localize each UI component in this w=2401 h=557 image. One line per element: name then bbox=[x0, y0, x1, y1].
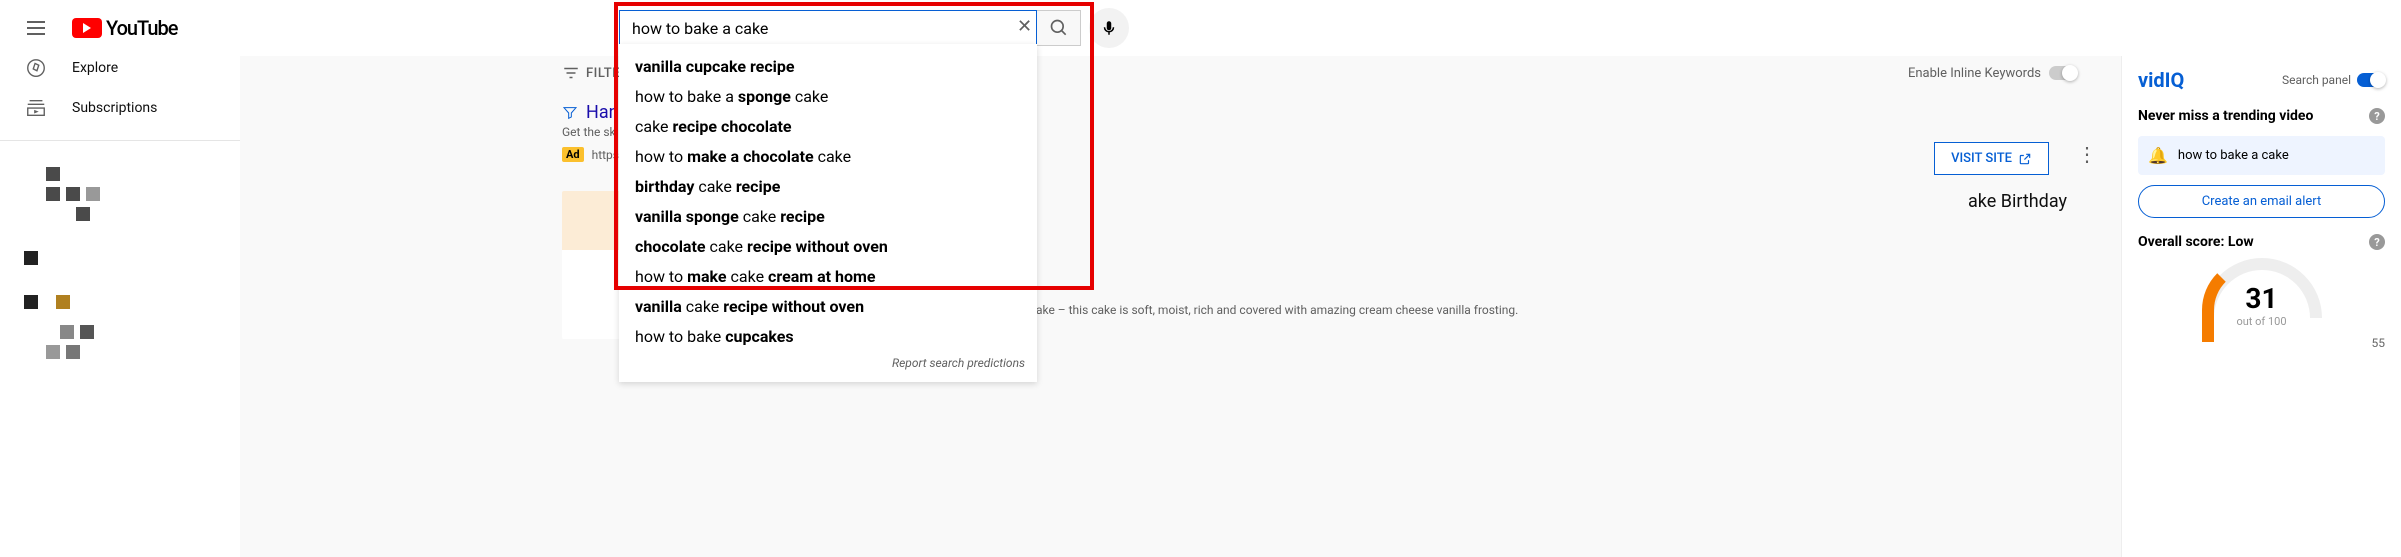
search-suggestion[interactable]: vanilla cake recipe without oven bbox=[619, 292, 1037, 322]
ad-badge: Ad bbox=[562, 147, 584, 162]
mic-icon bbox=[1100, 19, 1118, 37]
create-alert-button[interactable]: Create an email alert bbox=[2138, 185, 2385, 218]
youtube-logo-text: YouTube bbox=[106, 16, 178, 40]
help-icon[interactable]: ? bbox=[2369, 108, 2385, 124]
inline-keywords-toggle[interactable] bbox=[2049, 66, 2077, 80]
sidebar-item-label: Explore bbox=[72, 60, 118, 76]
search-icon bbox=[1049, 18, 1069, 38]
explore-icon bbox=[24, 56, 48, 80]
report-predictions-link[interactable]: Report search predictions bbox=[619, 352, 1037, 374]
bell-icon: 🔔 bbox=[2148, 146, 2168, 165]
search-button[interactable] bbox=[1037, 10, 1081, 46]
search-suggestion[interactable]: birthday cake recipe bbox=[619, 172, 1037, 202]
clear-search-icon[interactable]: ✕ bbox=[1017, 16, 1037, 36]
search-suggestion[interactable]: how to make cake cream at home bbox=[619, 262, 1037, 292]
inline-keywords-label: Enable Inline Keywords bbox=[1908, 66, 2041, 81]
trending-keyword-row[interactable]: 🔔 how to bake a cake bbox=[2138, 136, 2385, 175]
visit-site-button[interactable]: VISIT SITE bbox=[1934, 142, 2049, 175]
search-panel-label: Search panel bbox=[2282, 73, 2351, 87]
score-title: Overall score: Low bbox=[2138, 234, 2254, 250]
funnel-icon bbox=[562, 105, 578, 121]
search-suggestion[interactable]: vanilla cupcake recipe bbox=[619, 52, 1037, 82]
search-suggestion[interactable]: how to make a chocolate cake bbox=[619, 142, 1037, 172]
youtube-play-icon bbox=[72, 18, 102, 38]
channel-thumbnails bbox=[0, 153, 240, 373]
sidebar-item-subscriptions[interactable]: Subscriptions bbox=[0, 88, 240, 128]
hamburger-menu[interactable] bbox=[16, 8, 56, 48]
external-link-icon bbox=[2018, 152, 2032, 166]
vidiq-logo: vidIQ bbox=[2138, 68, 2184, 92]
sidebar-item-label: Subscriptions bbox=[72, 100, 157, 116]
score-gauge: 31 out of 100 bbox=[2138, 258, 2385, 328]
search-suggestion[interactable]: vanilla sponge cake recipe bbox=[619, 202, 1037, 232]
search-suggestion[interactable]: how to bake cupcakes bbox=[619, 322, 1037, 352]
trending-keyword: how to bake a cake bbox=[2178, 148, 2289, 163]
voice-search-button[interactable] bbox=[1089, 8, 1129, 48]
search-suggestion[interactable]: cake recipe chocolate bbox=[619, 112, 1037, 142]
help-icon[interactable]: ? bbox=[2369, 234, 2385, 250]
youtube-logo[interactable]: YouTube bbox=[72, 16, 178, 40]
search-suggestions-dropdown: vanilla cupcake recipehow to bake a spon… bbox=[619, 44, 1037, 382]
trending-title: Never miss a trending video bbox=[2138, 108, 2313, 124]
more-options-button[interactable]: ⋮ bbox=[2077, 142, 2097, 166]
search-suggestion[interactable]: chocolate cake recipe without oven bbox=[619, 232, 1037, 262]
filters-icon bbox=[562, 64, 580, 82]
search-suggestion[interactable]: how to bake a sponge cake bbox=[619, 82, 1037, 112]
meter-end-value: 55 bbox=[2138, 336, 2385, 350]
search-panel-toggle[interactable] bbox=[2357, 73, 2385, 87]
search-input[interactable] bbox=[619, 10, 1037, 46]
subscriptions-icon bbox=[24, 96, 48, 120]
